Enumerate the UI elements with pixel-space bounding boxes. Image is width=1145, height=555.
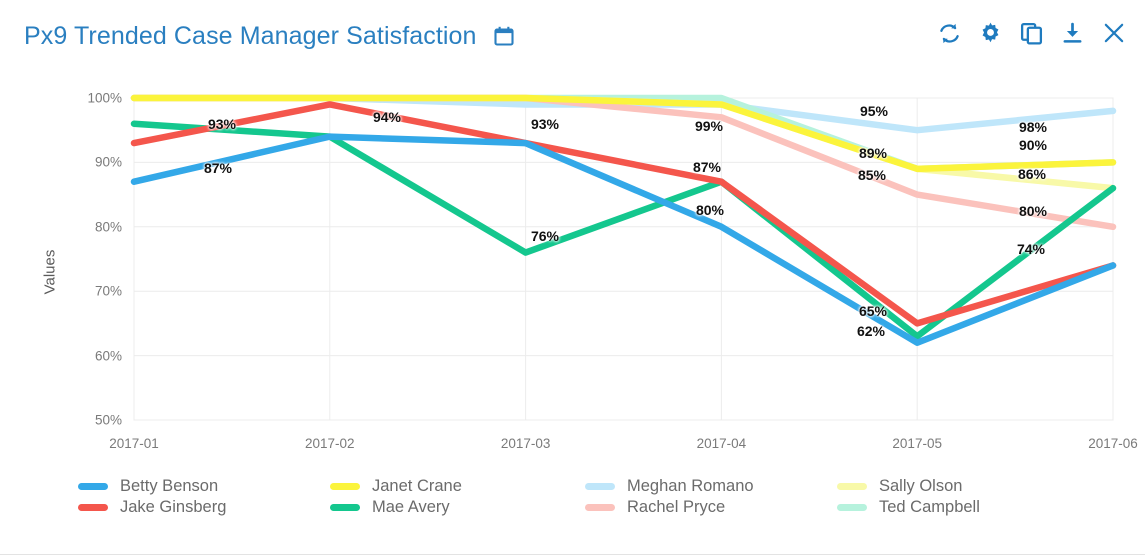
legend-item-label: Mae Avery (372, 498, 450, 516)
data-point-label: 90% (1018, 137, 1048, 153)
chart-legend: Betty Benson Jake Ginsberg Janet Crane Mae … (0, 470, 1145, 555)
x-axis-tick: 2017-02 (305, 436, 355, 451)
legend-color-swatch (585, 483, 615, 490)
legend-item-label: Rachel Pryce (627, 498, 726, 516)
legend-item[interactable]: Jake Ginsberg (78, 497, 330, 518)
legend-color-swatch (585, 504, 615, 511)
data-point-label: 74% (1016, 241, 1046, 257)
legend-color-swatch (837, 504, 867, 511)
data-point-label: 86% (1017, 166, 1047, 182)
data-point-label: 89% (858, 145, 888, 161)
legend-item[interactable]: Sally Olson (837, 476, 980, 497)
chart-svg (130, 94, 1117, 421)
close-icon[interactable] (1101, 20, 1127, 46)
x-axis-tick: 2017-01 (109, 436, 159, 451)
chart-card: Px9 Trended Case Manager Satisfaction Va… (0, 0, 1145, 555)
legend-item[interactable]: Janet Crane (330, 476, 585, 497)
legend-color-swatch (330, 483, 360, 490)
data-point-label: 87% (203, 160, 233, 176)
legend-item-label: Ted Campbell (879, 498, 980, 516)
data-point-label: 80% (695, 202, 725, 218)
gear-icon[interactable] (978, 21, 1003, 46)
legend-item-label: Jake Ginsberg (120, 498, 227, 516)
copy-icon[interactable] (1019, 21, 1044, 46)
legend-item-label: Janet Crane (372, 477, 462, 495)
data-point-label: 62% (856, 323, 886, 339)
legend-item-label: Meghan Romano (627, 477, 754, 495)
legend-item[interactable]: Meghan Romano (585, 476, 837, 497)
data-point-label: 76% (530, 228, 560, 244)
x-axis-tick: 2017-06 (1088, 436, 1138, 451)
download-icon[interactable] (1060, 21, 1085, 46)
series-lines (130, 94, 1117, 346)
x-axis-tick: 2017-03 (500, 436, 551, 451)
legend-color-swatch (78, 504, 108, 511)
legend-item[interactable]: Rachel Pryce (585, 497, 837, 518)
x-axis-tick: 2017-05 (892, 436, 942, 451)
series-line[interactable] (130, 120, 1117, 340)
card-toolbar (937, 20, 1127, 46)
data-point-label: 98% (1018, 119, 1048, 135)
page-title: Px9 Trended Case Manager Satisfaction (24, 21, 477, 50)
legend-color-swatch (78, 483, 108, 490)
data-point-label: 93% (207, 116, 237, 132)
legend-color-swatch (330, 504, 360, 511)
chart-plot-area: Values 50% 60% 70% 80% 90% 100% 2017-01 2017-0… (0, 72, 1145, 467)
calendar-icon[interactable] (493, 25, 515, 47)
x-axis-tick: 2017-04 (696, 436, 747, 451)
legend-item[interactable]: Ted Campbell (837, 497, 980, 518)
data-point-label: 87% (692, 159, 722, 175)
legend-item[interactable]: Betty Benson (78, 476, 330, 497)
refresh-icon[interactable] (937, 21, 962, 46)
legend-color-swatch (837, 483, 867, 490)
data-point-label: 99% (694, 118, 724, 134)
legend-item-label: Betty Benson (120, 477, 219, 495)
data-point-label: 93% (530, 116, 560, 132)
data-point-label: 95% (859, 103, 889, 119)
data-point-label: 80% (1018, 203, 1048, 219)
data-point-label: 85% (857, 167, 887, 183)
legend-item-label: Sally Olson (879, 477, 963, 495)
legend-item[interactable]: Mae Avery (330, 497, 585, 518)
data-point-label: 94% (372, 109, 402, 125)
data-point-label: 65% (858, 303, 888, 319)
